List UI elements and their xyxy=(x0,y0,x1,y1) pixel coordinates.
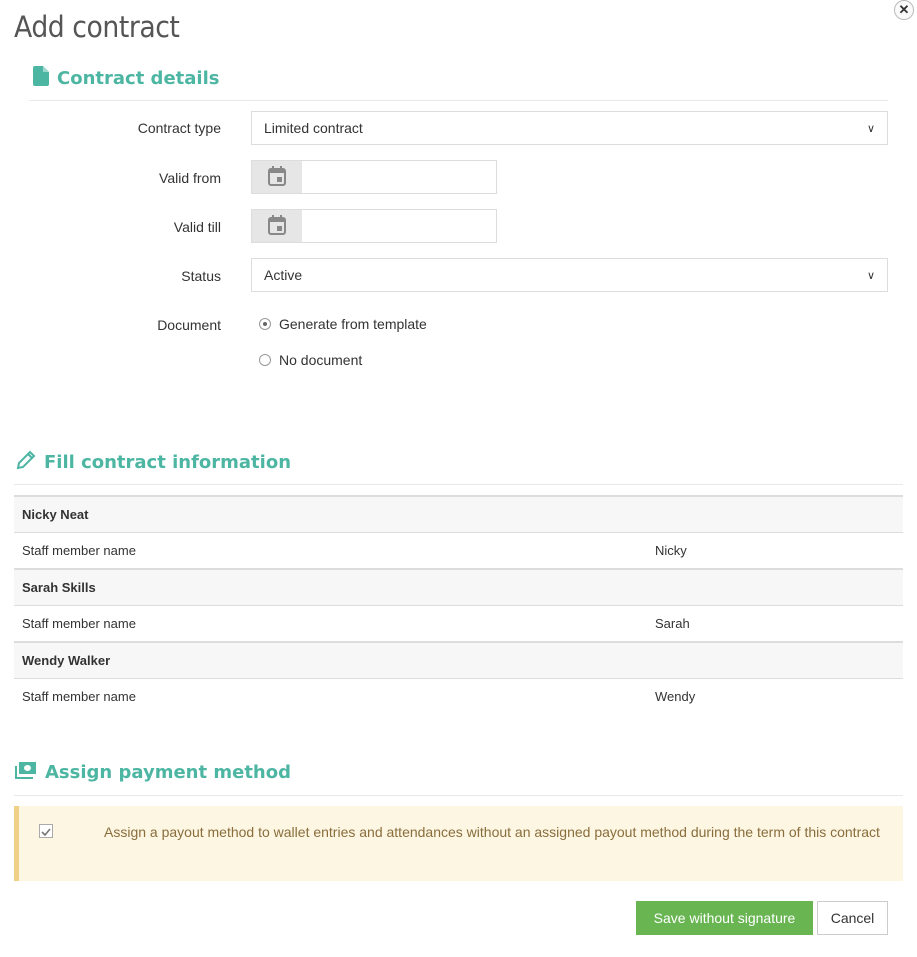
money-icon xyxy=(15,761,37,784)
check-icon xyxy=(41,823,51,839)
calendar-button[interactable] xyxy=(252,161,302,193)
group-row: Sarah Skills xyxy=(14,568,903,606)
payout-alert: Assign a payout method to wallet entries… xyxy=(14,806,903,881)
divider xyxy=(14,484,903,485)
divider xyxy=(29,100,888,101)
payout-checkbox-label: Assign a payout method to wallet entries… xyxy=(104,824,880,840)
close-button[interactable]: ✕ xyxy=(894,0,914,20)
status-select[interactable]: Active ∨ xyxy=(251,258,888,292)
contract-type-label: Contract type xyxy=(137,120,221,136)
payout-checkbox[interactable] xyxy=(39,824,53,838)
document-label: Document xyxy=(157,317,221,333)
valid-from-input[interactable] xyxy=(302,161,496,193)
valid-till-input[interactable] xyxy=(302,210,496,242)
contract-details-heading: Contract details xyxy=(33,66,219,91)
pencil-icon xyxy=(16,450,36,475)
table-row: Staff member name Wendy xyxy=(14,678,903,714)
dialog-title: Add contract xyxy=(14,10,180,44)
contract-info-table: Nicky Neat Staff member name Nicky Sarah … xyxy=(14,495,903,714)
radio-button[interactable] xyxy=(259,318,271,330)
document-option-template[interactable]: Generate from template xyxy=(259,316,427,332)
chevron-down-icon: ∨ xyxy=(866,269,875,282)
calendar-icon xyxy=(268,214,286,238)
group-row: Nicky Neat xyxy=(14,495,903,533)
chevron-down-icon: ∨ xyxy=(866,122,875,135)
table-row: Staff member name Nicky xyxy=(14,532,903,569)
group-row: Wendy Walker xyxy=(14,641,903,679)
valid-from-label: Valid from xyxy=(159,170,221,186)
document-option-none[interactable]: No document xyxy=(259,352,362,368)
fill-info-heading: Fill contract information xyxy=(16,450,291,475)
cancel-button[interactable]: Cancel xyxy=(817,901,888,935)
valid-from-field[interactable] xyxy=(251,160,497,194)
divider xyxy=(14,795,903,796)
payment-heading: Assign payment method xyxy=(15,761,291,784)
valid-till-field[interactable] xyxy=(251,209,497,243)
radio-button[interactable] xyxy=(259,354,271,366)
valid-till-label: Valid till xyxy=(173,219,221,235)
status-label: Status xyxy=(181,268,221,284)
calendar-button[interactable] xyxy=(252,210,302,242)
save-without-signature-button[interactable]: Save without signature xyxy=(636,901,813,935)
contract-type-select[interactable]: Limited contract ∨ xyxy=(251,111,888,145)
table-row: Staff member name Sarah xyxy=(14,605,903,642)
close-icon: ✕ xyxy=(898,2,910,17)
file-icon xyxy=(33,66,49,91)
calendar-icon xyxy=(268,165,286,189)
